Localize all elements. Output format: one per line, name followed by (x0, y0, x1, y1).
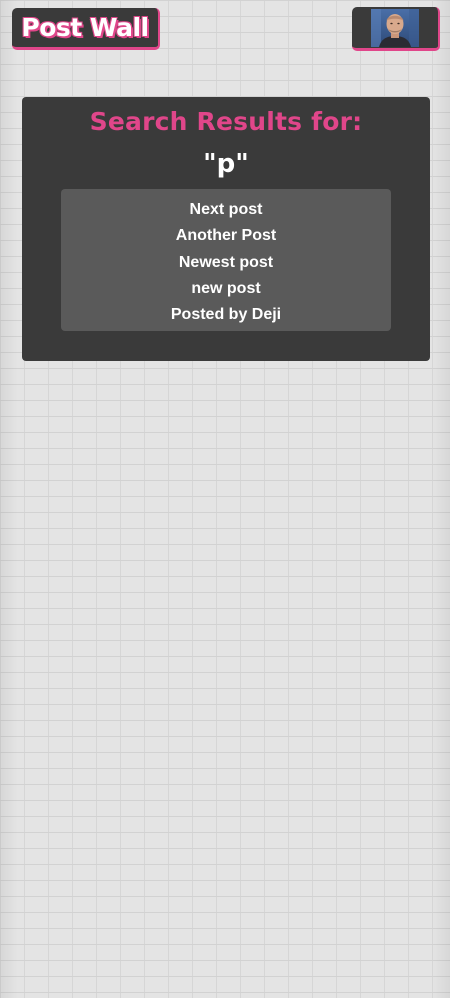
logo-home-link[interactable]: Post Wall (12, 8, 160, 50)
results-list: Next post Another Post Newest post new p… (61, 189, 391, 331)
search-results-heading: Search Results for: (89, 107, 363, 136)
profile-button[interactable] (352, 7, 440, 51)
result-item[interactable]: Posted by Deji (61, 302, 391, 328)
result-item[interactable]: Newest post (61, 250, 391, 276)
search-results-panel: Search Results for: "p" Next post Anothe… (22, 97, 430, 361)
result-item[interactable]: Next post (61, 197, 391, 223)
search-query: "p" (203, 149, 249, 179)
result-item[interactable]: new post (61, 276, 391, 302)
logo-text: Post Wall (21, 13, 149, 42)
result-item[interactable]: Another Post (61, 223, 391, 249)
avatar (371, 8, 419, 47)
